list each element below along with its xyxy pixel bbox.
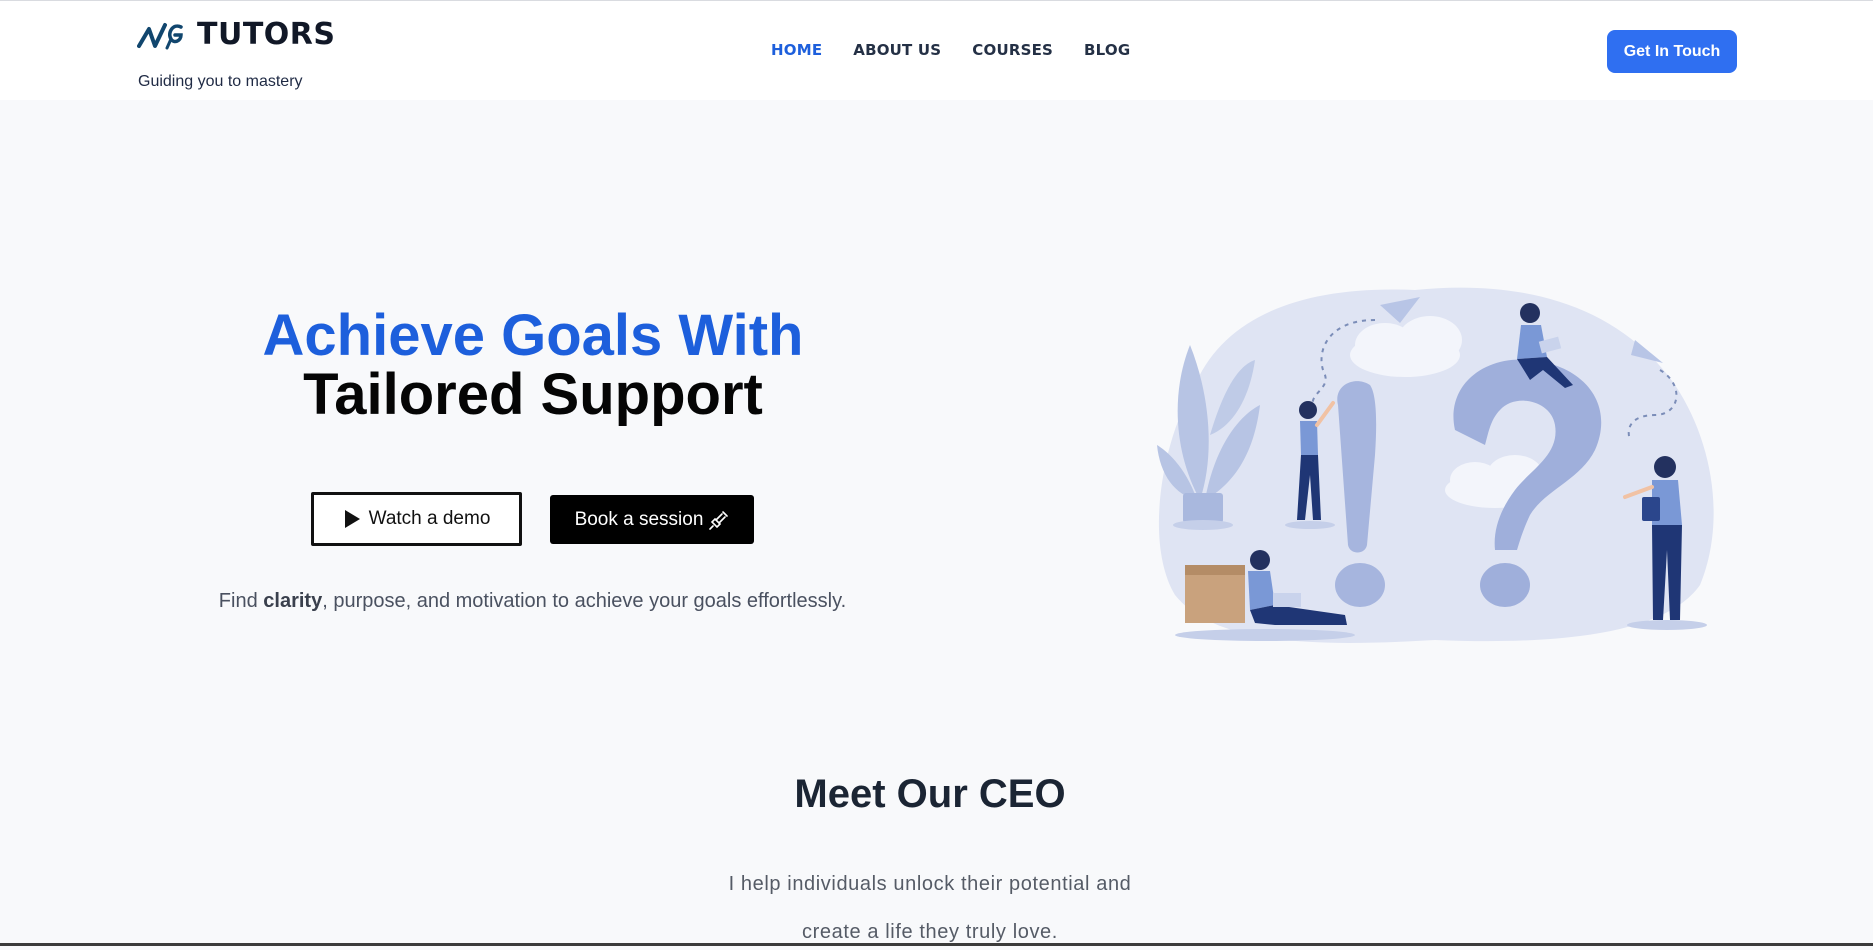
play-icon bbox=[344, 510, 360, 528]
question-marks-people-illustration bbox=[1157, 287, 1714, 643]
hero-title-line2: Tailored Support bbox=[303, 362, 763, 427]
ceo-intro-line1: I help individuals unlock their potentia… bbox=[728, 873, 1132, 895]
main-nav: HOME ABOUT US COURSES BLOG bbox=[771, 41, 1130, 59]
book-session-label: Book a session bbox=[574, 508, 704, 530]
logo-mark-icon bbox=[137, 23, 183, 50]
hero-title-line1: Achieve Goals With bbox=[262, 303, 804, 368]
ceo-intro-text: I help individuals unlock their potentia… bbox=[630, 860, 1230, 950]
plug-icon bbox=[709, 510, 729, 530]
navbar: TUTORS Guiding you to mastery HOME ABOUT… bbox=[0, 1, 1873, 100]
brand-tagline: Guiding you to mastery bbox=[138, 73, 303, 90]
brand-name: TUTORS bbox=[197, 17, 336, 52]
hero-subtitle-bold: clarity bbox=[263, 590, 323, 612]
hero-title: Achieve Goals With Tailored Support bbox=[200, 306, 866, 424]
hero-subtitle-prefix: Find bbox=[218, 590, 264, 612]
nav-item-blog[interactable]: BLOG bbox=[1084, 41, 1130, 59]
brand-logo[interactable]: TUTORS bbox=[137, 19, 336, 51]
bottom-border bbox=[0, 943, 1873, 946]
nav-item-home[interactable]: HOME bbox=[771, 41, 822, 59]
book-session-button[interactable]: Book a session bbox=[550, 495, 754, 544]
get-in-touch-button[interactable]: Get In Touch bbox=[1607, 30, 1737, 73]
nav-item-about-us[interactable]: ABOUT US bbox=[853, 41, 941, 59]
hero-subtitle: Find clarity, purpose, and motivation to… bbox=[150, 590, 915, 613]
nav-item-courses[interactable]: COURSES bbox=[972, 41, 1053, 59]
ceo-section-title: Meet Our CEO bbox=[794, 772, 1066, 816]
hero-subtitle-suffix: , purpose, and motivation to achieve you… bbox=[322, 590, 847, 612]
watch-demo-label: Watch a demo bbox=[368, 508, 491, 529]
watch-demo-button[interactable]: Watch a demo bbox=[311, 492, 522, 546]
